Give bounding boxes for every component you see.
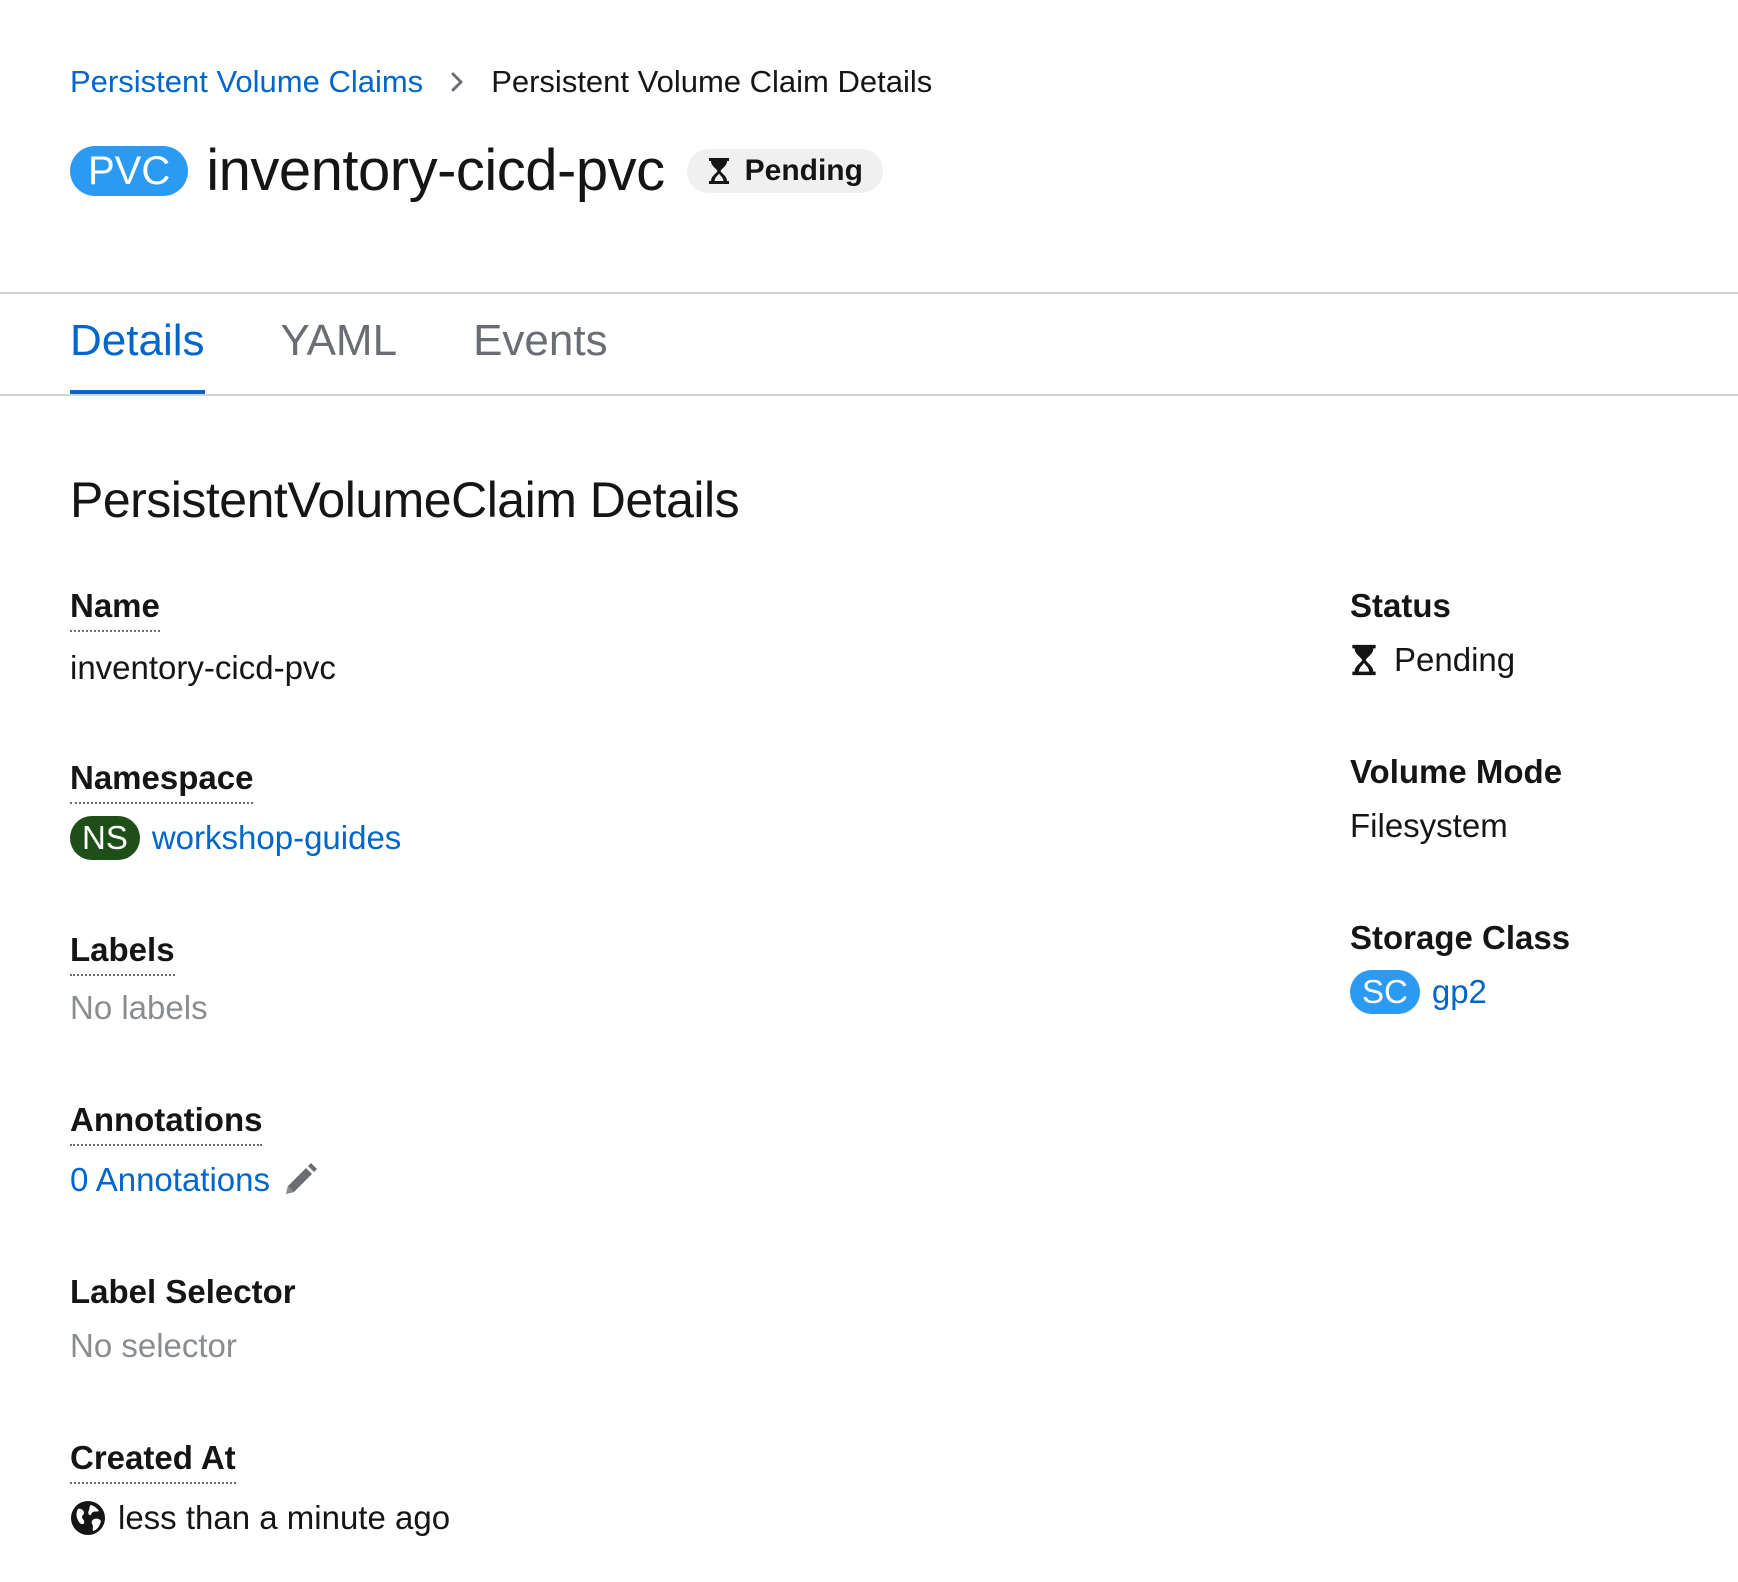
hourglass-icon <box>1350 642 1378 678</box>
field-namespace-label[interactable]: Namespace <box>70 758 254 804</box>
chevron-right-icon <box>447 72 467 92</box>
annotations-link[interactable]: 0 Annotations <box>70 1158 270 1202</box>
field-labels-label[interactable]: Labels <box>70 930 175 976</box>
hourglass-icon <box>707 156 745 186</box>
field-volume-mode-value: Filesystem <box>1350 807 1508 844</box>
field-labels-value: No labels <box>70 989 208 1026</box>
tab-events[interactable]: Events <box>473 294 608 394</box>
breadcrumb-current: Persistent Volume Claim Details <box>491 64 933 99</box>
pencil-icon[interactable] <box>282 1162 318 1198</box>
field-namespace: Namespace NS workshop-guides <box>70 758 401 860</box>
field-volume-mode: Volume Mode Filesystem <box>1350 752 1562 848</box>
page-title: inventory-cicd-pvc <box>206 138 665 203</box>
field-annotations-label[interactable]: Annotations <box>70 1100 263 1146</box>
status-value-text: Pending <box>1394 641 1516 678</box>
sc-resource-badge: SC <box>1350 970 1420 1014</box>
tab-details[interactable]: Details <box>70 294 205 394</box>
breadcrumb-link-persistent-volume-claims[interactable]: Persistent Volume Claims <box>70 62 423 102</box>
field-storage-class: Storage Class SC gp2 <box>1350 918 1570 1014</box>
field-status-label: Status <box>1350 587 1451 624</box>
status-badge: Pending <box>686 149 883 193</box>
field-created-at-label[interactable]: Created At <box>70 1438 236 1484</box>
field-annotations-value: 0 Annotations <box>70 1158 318 1202</box>
section-title: PersistentVolumeClaim Details <box>70 472 740 528</box>
field-name: Name inventory-cicd-pvc <box>70 586 336 690</box>
field-status-value: Pending <box>1350 638 1515 682</box>
field-name-label[interactable]: Name <box>70 586 160 632</box>
created-at-timestamp: less than a minute ago <box>118 1499 451 1536</box>
status-badge-label: Pending <box>744 154 863 187</box>
field-volume-mode-label: Volume Mode <box>1350 753 1563 790</box>
field-annotations: Annotations 0 Annotations <box>70 1100 318 1202</box>
field-created-at-value: less than a minute ago <box>70 1496 450 1540</box>
field-storage-class-label: Storage Class <box>1350 919 1571 956</box>
field-name-value: inventory-cicd-pvc <box>70 649 336 686</box>
namespace-link[interactable]: workshop-guides <box>152 816 401 860</box>
field-label-selector-label: Label Selector <box>70 1273 296 1310</box>
page-header: PVC inventory-cicd-pvc Pending <box>70 136 883 206</box>
tab-yaml[interactable]: YAML <box>281 294 398 394</box>
field-storage-class-value: SC gp2 <box>1350 970 1570 1014</box>
field-labels: Labels No labels <box>70 930 208 1030</box>
ns-resource-badge: NS <box>70 816 140 860</box>
storage-class-link[interactable]: gp2 <box>1432 970 1487 1014</box>
globe-icon <box>70 1500 106 1536</box>
field-created-at: Created At less than a minute ago <box>70 1438 450 1540</box>
breadcrumb: Persistent Volume Claims Persistent Volu… <box>70 62 932 102</box>
tabs-divider <box>0 394 1738 396</box>
pvc-resource-badge: PVC <box>70 146 189 196</box>
field-label-selector: Label Selector No selector <box>70 1272 296 1368</box>
tab-bar: Details YAML Events <box>70 294 684 394</box>
field-label-selector-value: No selector <box>70 1327 237 1364</box>
field-status: Status Pending <box>1350 586 1515 682</box>
field-namespace-value: NS workshop-guides <box>70 816 401 860</box>
